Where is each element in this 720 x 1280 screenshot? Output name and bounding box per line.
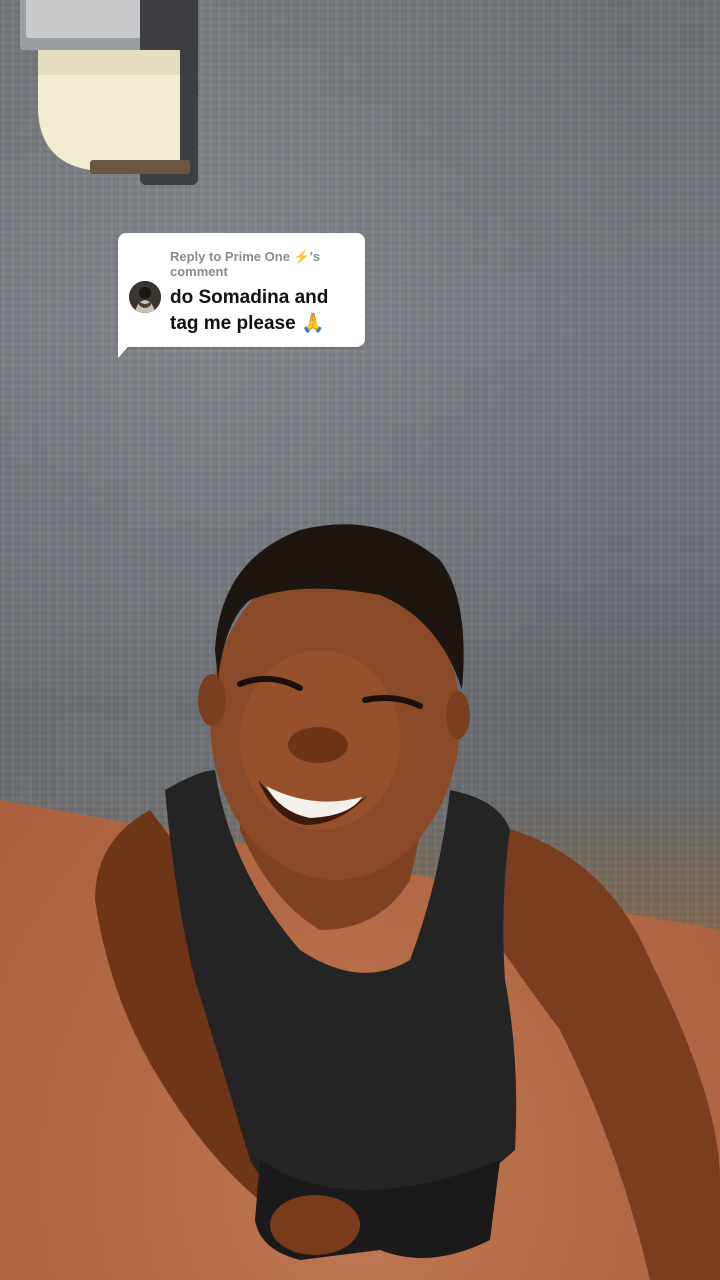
reply-comment-text: do Somadina and tag me please 🙏 [170, 285, 360, 337]
reply-prefix: Reply to [170, 249, 225, 264]
user-avatar-icon[interactable] [129, 281, 161, 313]
person-image [95, 524, 720, 1280]
reply-header: Reply to Prime One ⚡'s comment [170, 249, 350, 279]
sticker-tail [118, 340, 134, 358]
reply-comment-sticker[interactable]: Reply to Prime One ⚡'s comment do Somadi… [118, 233, 365, 347]
avatar-image [129, 281, 161, 313]
comment-line-2: tag me please 🙏 [170, 313, 325, 334]
reply-username[interactable]: Prime One [225, 249, 290, 264]
lightning-bolt-icon: ⚡ [293, 249, 310, 264]
comment-line-1: do Somadina and [170, 287, 329, 308]
video-frame[interactable]: Reply to Prime One ⚡'s comment do Somadi… [0, 0, 720, 1280]
